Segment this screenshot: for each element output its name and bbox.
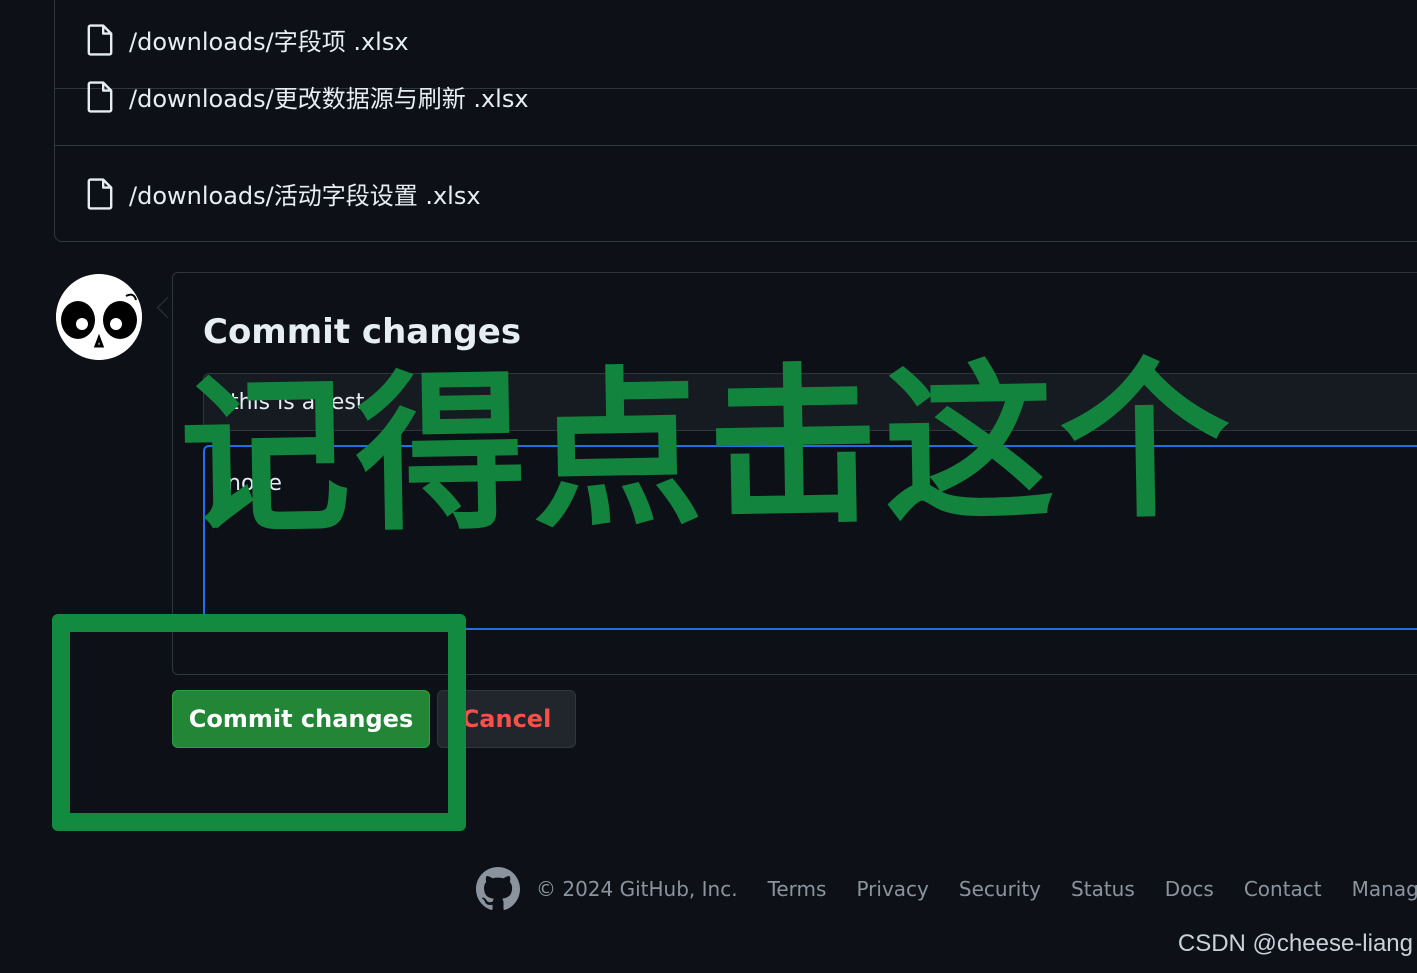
footer: © 2024 GitHub, Inc. Terms Privacy Securi… — [476, 866, 1417, 912]
footer-link-docs[interactable]: Docs — [1165, 877, 1214, 901]
cancel-button[interactable]: Cancel — [437, 690, 576, 748]
commit-changes-button[interactable]: Commit changes — [172, 690, 430, 748]
github-logo-icon[interactable] — [476, 867, 520, 911]
footer-copyright: © 2024 GitHub, Inc. — [536, 877, 738, 901]
changed-files-list: /downloads/字段项 .xlsx /downloads/更改数据源与刷新… — [54, 0, 1417, 242]
file-icon — [87, 177, 113, 210]
file-path[interactable]: /downloads/活动字段设置 .xlsx — [129, 176, 481, 211]
file-icon — [87, 80, 113, 113]
avatar-face-icon — [56, 274, 142, 360]
footer-link-manage-cookies[interactable]: Manage c — [1352, 877, 1417, 901]
footer-link-contact[interactable]: Contact — [1244, 877, 1322, 901]
file-row[interactable]: /downloads/活动字段设置 .xlsx — [55, 145, 1417, 242]
footer-link-security[interactable]: Security — [959, 877, 1041, 901]
file-row[interactable]: /downloads/更改数据源与刷新 .xlsx — [55, 48, 1417, 146]
footer-link-terms[interactable]: Terms — [768, 877, 827, 901]
footer-link-status[interactable]: Status — [1071, 877, 1135, 901]
commit-panel-title: Commit changes — [203, 312, 522, 352]
avatar[interactable] — [56, 274, 142, 360]
csdn-watermark: CSDN @cheese-liang — [1177, 930, 1413, 957]
footer-link-privacy[interactable]: Privacy — [856, 877, 928, 901]
file-path[interactable]: /downloads/更改数据源与刷新 .xlsx — [129, 79, 529, 114]
annotation-text: 记得点击这个 — [178, 341, 1238, 559]
